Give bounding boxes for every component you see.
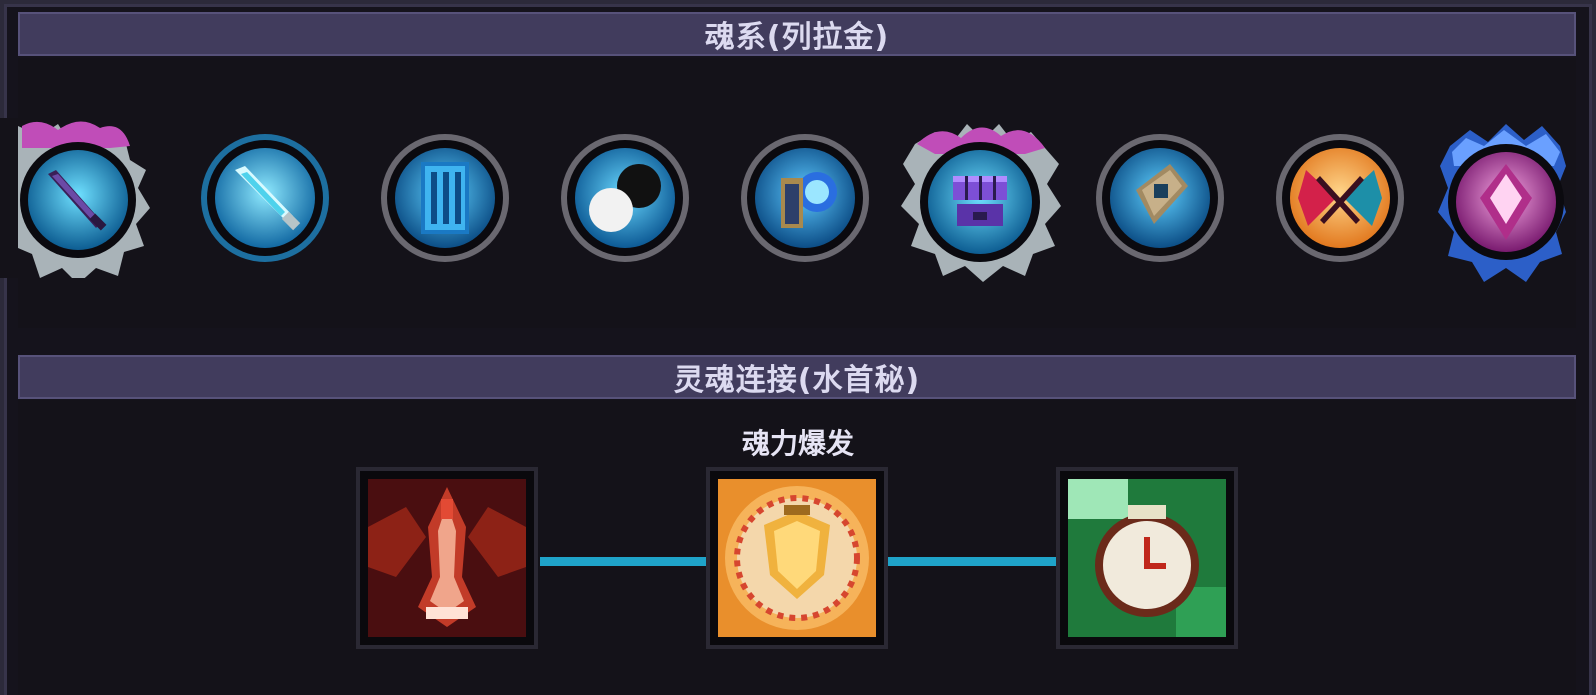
rune-slot-4[interactable] bbox=[545, 118, 705, 278]
rune-slot-1[interactable] bbox=[0, 118, 150, 278]
link-connector-2 bbox=[888, 557, 1060, 566]
soul-link-header: 灵魂连接(水首秘) bbox=[18, 355, 1576, 399]
crimson-wings-icon bbox=[1276, 134, 1404, 262]
skill-slot-3[interactable] bbox=[1056, 467, 1238, 649]
red-spirit-icon bbox=[356, 467, 538, 649]
rune-slot-3[interactable] bbox=[365, 118, 525, 278]
soul-link-title: 灵魂连接(水首秘) bbox=[673, 363, 921, 398]
golden-shield-icon bbox=[706, 467, 888, 649]
crystal-sword-icon bbox=[201, 134, 329, 262]
rune-slot-6[interactable] bbox=[895, 114, 1065, 284]
rune-slot-2[interactable] bbox=[185, 118, 345, 278]
black-white-orb-icon bbox=[561, 134, 689, 262]
rune-slot-9[interactable] bbox=[1436, 116, 1566, 284]
active-skill-label: 魂力爆发 bbox=[741, 427, 854, 460]
purple-fist-icon bbox=[901, 124, 1061, 282]
skill-slot-2[interactable] bbox=[706, 467, 888, 649]
blue-gauntlet-icon bbox=[741, 134, 869, 262]
green-clock-icon bbox=[1056, 467, 1238, 649]
rune-slot-5[interactable] bbox=[725, 118, 885, 278]
pink-crystal-icon bbox=[1438, 124, 1566, 282]
soul-system-title: 魂系(列拉金) bbox=[704, 20, 890, 55]
soul-system-header: 魂系(列拉金) bbox=[18, 12, 1576, 56]
link-connector-1 bbox=[540, 557, 712, 566]
blue-scroll-icon bbox=[381, 134, 509, 262]
skill-slot-1[interactable] bbox=[356, 467, 538, 649]
stone-tablet-icon bbox=[1096, 134, 1224, 262]
rune-slot-7[interactable] bbox=[1080, 118, 1240, 278]
dark-sword-icon bbox=[0, 118, 150, 278]
rune-slot-8[interactable] bbox=[1260, 118, 1420, 278]
